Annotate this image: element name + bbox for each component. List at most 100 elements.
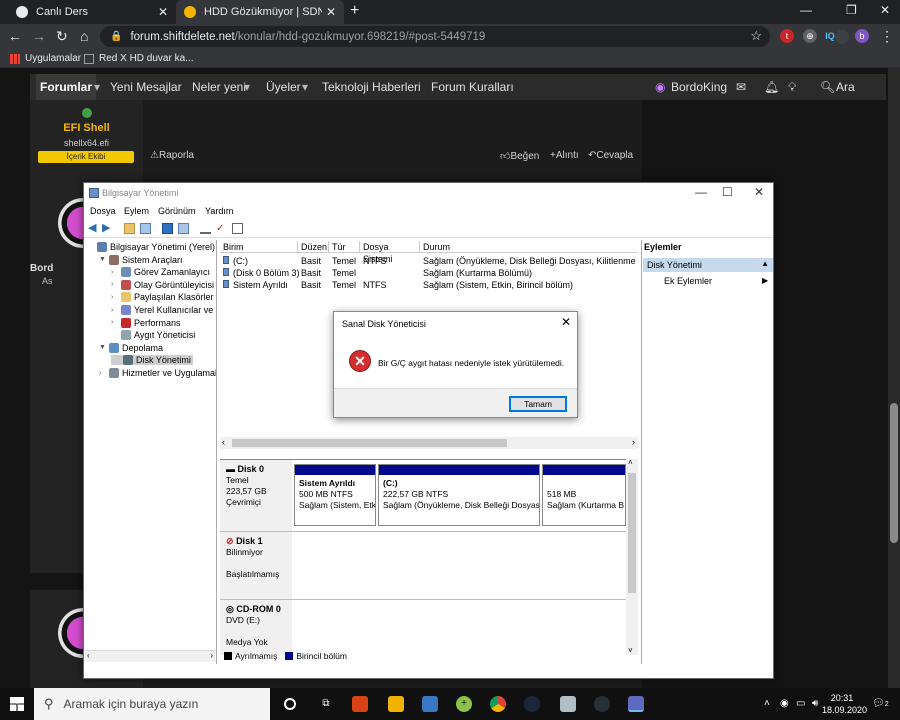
- expand-toggle-icon[interactable]: ▼: [99, 344, 107, 351]
- volume-cell-status[interactable]: Sağlam (Önyükleme, Disk Belleği Dosyası,…: [423, 256, 638, 266]
- volume-cell-fs[interactable]: NTFS: [363, 280, 387, 290]
- disk-row[interactable]: ◎ CD-ROM 0 DVD (E:) Medya Yok: [220, 600, 626, 655]
- maximize-icon[interactable]: ☐: [722, 185, 733, 199]
- close-icon[interactable]: ✕: [754, 185, 764, 199]
- properties-icon[interactable]: [178, 223, 189, 234]
- volume-cell-status[interactable]: Sağlam (Kurtarma Bölümü): [423, 268, 532, 278]
- partition-c[interactable]: (C:) 222,57 GB NTFS Sağlam (Önyükleme, D…: [378, 464, 540, 526]
- disk-info[interactable]: ▬ Disk 0 Temel 223,57 GB Çevrimiçi: [220, 460, 292, 531]
- extension-icon[interactable]: t: [780, 29, 794, 43]
- close-icon[interactable]: ✕: [561, 315, 571, 329]
- tree-item[interactable]: › Görev Zamanlayıcı: [111, 267, 210, 278]
- menu-yardim[interactable]: Yardım: [205, 206, 233, 216]
- computer-management-task-icon[interactable]: [628, 696, 644, 712]
- volume-cell-type[interactable]: Temel: [332, 268, 356, 278]
- notifications-icon[interactable]: 💬︎2: [872, 698, 889, 709]
- scroll-up-icon[interactable]: ˄: [628, 458, 633, 467]
- close-window-icon[interactable]: ✕: [880, 3, 890, 17]
- close-tab-icon[interactable]: ✕: [326, 5, 336, 19]
- scroll-left-icon[interactable]: ‹: [222, 437, 225, 447]
- expand-toggle-icon[interactable]: ›: [111, 269, 119, 276]
- tree-item[interactable]: Aygıt Yöneticisi: [111, 330, 195, 341]
- window-titlebar[interactable]: Bilgisayar Yönetimi — ☐ ✕: [84, 183, 773, 203]
- disk-info[interactable]: ◎ CD-ROM 0 DVD (E:) Medya Yok: [220, 600, 292, 655]
- bookmark-red-x[interactable]: Red X HD duvar ka...: [84, 53, 193, 64]
- chevron-down-icon[interactable]: ▾: [302, 80, 308, 94]
- volume-cell-name[interactable]: (Disk 0 Bölüm 3): [233, 268, 299, 278]
- scroll-right-icon[interactable]: ›: [210, 651, 213, 660]
- monitor-app-icon[interactable]: [422, 696, 438, 712]
- action-more-actions[interactable]: Ek Eylemler ▶: [664, 276, 768, 286]
- task-view-icon[interactable]: ⧉: [318, 696, 334, 712]
- page-scrollbar[interactable]: [888, 68, 900, 688]
- quote-button[interactable]: +Alıntı: [550, 150, 579, 161]
- scroll-thumb[interactable]: [232, 439, 507, 447]
- collapse-icon[interactable]: ▲: [761, 259, 769, 268]
- user-avatar-icon[interactable]: ◉: [655, 80, 665, 94]
- tree-item[interactable]: › Paylaşılan Klasörler: [111, 292, 214, 303]
- volume-cell-fs[interactable]: NTFS: [363, 256, 387, 266]
- volume-cell-status[interactable]: Sağlam (Sistem, Etkin, Birincil bölüm): [423, 280, 573, 290]
- tab-canli-ders[interactable]: Canlı Ders ✕: [8, 0, 176, 24]
- nav-yeni-mesajlar[interactable]: Yeni Mesajlar: [110, 80, 182, 94]
- nav-uyeler[interactable]: Üyeler: [266, 80, 301, 94]
- extension-icon[interactable]: ⊕: [803, 29, 817, 43]
- reply-button[interactable]: ↶Cevapla: [588, 150, 633, 161]
- address-bar[interactable]: 🔒 forum.shiftdelete.net /konular/hdd-goz…: [100, 26, 770, 47]
- disk-row[interactable]: ▬ Disk 0 Temel 223,57 GB Çevrimiçi Siste…: [220, 460, 626, 532]
- partition-recovery[interactable]: 518 MB Sağlam (Kurtarma B: [542, 464, 626, 526]
- scroll-down-icon[interactable]: ˅: [628, 646, 633, 655]
- nav-teknoloji-haberleri[interactable]: Teknoloji Haberleri: [322, 80, 421, 94]
- taskbar-clock[interactable]: 20:31 18.09.2020: [822, 692, 867, 716]
- expand-toggle-icon[interactable]: ›: [99, 370, 107, 377]
- expand-toggle-icon[interactable]: ›: [111, 294, 119, 301]
- restore-icon[interactable]: ❐: [846, 3, 857, 17]
- minimize-icon[interactable]: —: [695, 185, 707, 199]
- app-icon[interactable]: [352, 696, 368, 712]
- volume-cell-type[interactable]: Temel: [332, 256, 356, 266]
- back-icon[interactable]: ◀: [88, 223, 99, 234]
- check-icon[interactable]: ✓: [216, 223, 227, 234]
- home-icon[interactable]: ⌂: [80, 28, 88, 44]
- nav-username[interactable]: BordoKing: [671, 80, 727, 94]
- chevron-down-icon[interactable]: ▾: [94, 80, 100, 94]
- expand-toggle-icon[interactable]: ›: [111, 307, 119, 314]
- profile-avatar[interactable]: b: [855, 29, 869, 43]
- bell-icon[interactable]: 🔔︎: [764, 80, 779, 94]
- nav-forumlar[interactable]: Forumlar: [36, 74, 97, 100]
- column-header-dosya-sistemi[interactable]: Dosya Sistemi: [360, 241, 420, 264]
- tree-hscrollbar[interactable]: ‹ ›: [85, 650, 216, 662]
- like-button[interactable]: 👍︎Beğen: [500, 150, 539, 162]
- tree-item[interactable]: › Olay Görüntüleyicisi: [111, 279, 214, 290]
- scroll-left-icon[interactable]: ‹: [87, 651, 90, 660]
- volume-cell-name[interactable]: Sistem Ayrıldı: [233, 280, 288, 290]
- expand-toggle-icon[interactable]: ›: [111, 281, 119, 288]
- tree-item[interactable]: › Hizmetler ve Uygulamalar: [99, 368, 216, 378]
- column-header-tur[interactable]: Tür: [329, 241, 360, 253]
- forward-icon[interactable]: ▶: [102, 223, 113, 234]
- menu-dosya[interactable]: Dosya: [90, 206, 116, 216]
- steam-icon[interactable]: [524, 696, 540, 712]
- inbox-icon[interactable]: ✉: [736, 80, 746, 94]
- app-icon[interactable]: [594, 696, 610, 712]
- nav-forum-kurallari[interactable]: Forum Kuralları: [431, 80, 514, 94]
- help-icon[interactable]: [162, 223, 173, 234]
- tree-item[interactable]: ▼ Depolama: [99, 342, 163, 353]
- expand-toggle-icon[interactable]: ›: [111, 319, 119, 326]
- cortana-icon[interactable]: [284, 698, 296, 710]
- menu-eylem[interactable]: Eylem: [124, 206, 149, 216]
- scroll-right-icon[interactable]: ›: [632, 437, 635, 447]
- bulb-icon[interactable]: 💡︎: [788, 80, 796, 95]
- actions-section-disk-management[interactable]: Disk Yönetimi ▲: [643, 258, 773, 272]
- tray-overflow-icon[interactable]: ˄: [764, 698, 770, 709]
- volume-icon[interactable]: 🔊︎: [812, 698, 818, 709]
- scroll-thumb[interactable]: [628, 473, 636, 593]
- chrome-icon[interactable]: [490, 696, 506, 712]
- bookmark-apps[interactable]: Uygulamalar: [10, 53, 81, 64]
- show-hide-tree-icon[interactable]: [140, 223, 151, 234]
- column-header-birim[interactable]: Birim: [220, 241, 298, 253]
- volume-cell-layout[interactable]: Basit: [301, 256, 321, 266]
- new-tab-button[interactable]: +: [350, 2, 359, 20]
- volume-cell-layout[interactable]: Basit: [301, 280, 321, 290]
- tree-item[interactable]: Disk Yönetimi: [111, 355, 193, 366]
